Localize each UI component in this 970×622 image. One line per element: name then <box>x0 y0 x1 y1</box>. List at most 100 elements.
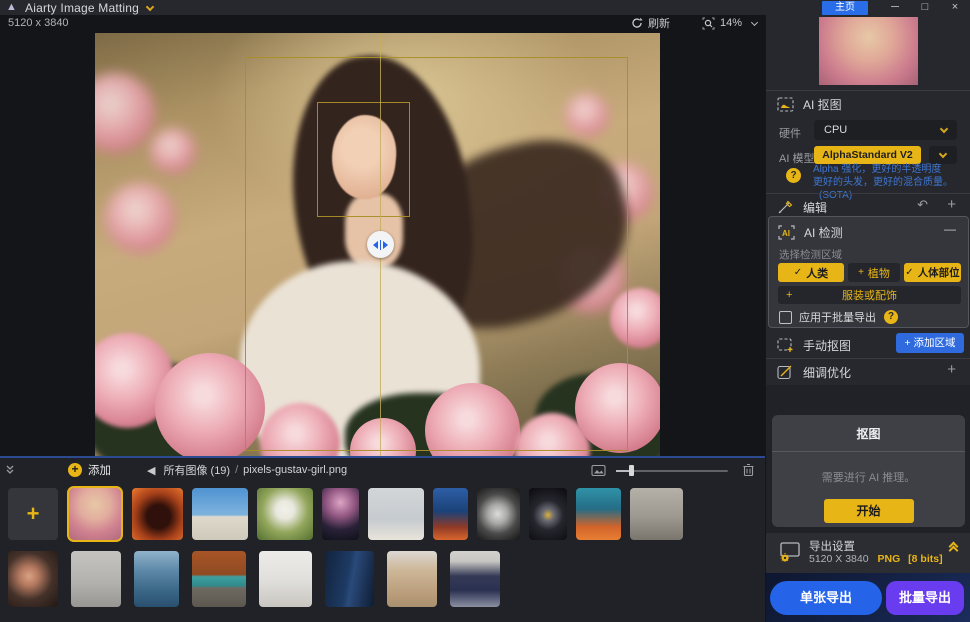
ai-detect-icon: AI <box>778 225 795 240</box>
thumb-blue-costume-woman[interactable] <box>134 551 179 607</box>
app-menu-chevron-down-icon[interactable] <box>146 2 154 10</box>
check-icon: ✓ <box>905 267 913 278</box>
thumbnail-size-slider[interactable] <box>616 465 728 476</box>
thumb-navy-outfit[interactable] <box>450 551 500 607</box>
detect-human-button[interactable]: ✓ 人类 <box>778 263 844 282</box>
magnifier-icon <box>702 17 715 30</box>
batch-help-icon[interactable]: ? <box>884 310 898 324</box>
zoom-chevron-down-icon[interactable] <box>751 18 758 25</box>
filmstrip-tools <box>591 458 755 482</box>
thumb-jumping-group[interactable] <box>368 488 424 540</box>
thumb-white-fabric[interactable] <box>477 488 520 540</box>
image-dimensions: 5120 x 3840 <box>8 17 69 29</box>
flower-blob <box>105 183 175 253</box>
filmstrip-header: + 添加 ◀ 所有图像 (19) / pixels-gustav-girl.pn… <box>0 458 765 482</box>
single-export-button[interactable]: 单张导出 <box>770 581 882 615</box>
matting-divider <box>772 451 965 452</box>
matting-zone: 抠图 需要进行 AI 推理。 开始 <box>766 385 970 533</box>
add-region-button[interactable]: + 添加区域 <box>896 333 964 353</box>
apply-batch-row: 应用于批量导出 ? <box>779 309 898 325</box>
ai-model-chevron-button[interactable] <box>929 146 957 164</box>
thumb-beige-coat[interactable] <box>387 551 437 607</box>
compare-right-arrow-icon <box>383 241 388 249</box>
model-help-icon[interactable]: ? <box>786 168 801 183</box>
detect-clothes-button[interactable]: + 服装或配饰 <box>778 286 961 304</box>
thumb-neon-woman[interactable] <box>433 488 468 540</box>
face-detection-rect[interactable] <box>317 102 410 217</box>
apply-batch-checkbox[interactable] <box>779 311 792 324</box>
thumb-smiling-woman[interactable] <box>8 551 58 607</box>
thumbnail-row-2 <box>8 550 500 608</box>
hardware-select[interactable]: CPU <box>814 120 957 140</box>
photo-canvas[interactable] <box>95 33 660 456</box>
plus-icon: + <box>858 267 864 278</box>
compare-handle[interactable] <box>367 231 394 258</box>
collapse-export-icon[interactable] <box>950 543 957 551</box>
back-arrow-icon[interactable]: ◀ <box>147 464 155 477</box>
add-image-button[interactable]: + 添加 <box>68 462 111 478</box>
undo-icon[interactable]: ↶ <box>917 197 928 213</box>
batch-export-button[interactable]: 批量导出 <box>886 581 964 615</box>
thumb-blue-hair-woman[interactable] <box>576 488 621 540</box>
export-buttons-area: 单张导出 批量导出 <box>766 573 970 622</box>
thumb-dandelion[interactable] <box>257 488 313 540</box>
breadcrumb-all-images[interactable]: 所有图像 (19) <box>163 462 230 478</box>
thumb-white-sofa[interactable] <box>259 551 312 607</box>
chevron-down-icon <box>939 150 947 158</box>
ai-detect-header[interactable]: AI AI 检测 <box>778 224 843 241</box>
slider-thumb[interactable] <box>629 465 634 476</box>
start-button[interactable]: 开始 <box>824 499 914 523</box>
plus-circle-icon: + <box>68 463 82 477</box>
plus-icon: + <box>904 337 910 349</box>
section-edit[interactable]: 编辑 <box>777 199 827 216</box>
thumb-girl-flowers[interactable] <box>67 486 123 542</box>
maximize-button[interactable]: □ <box>912 1 938 15</box>
refresh-button[interactable]: 刷新 <box>631 15 670 31</box>
detect-body-parts-button[interactable]: ✓ 人体部位 <box>904 263 961 282</box>
flower-blob <box>95 73 155 153</box>
ai-model-select[interactable]: AlphaStandard V2 <box>814 146 921 164</box>
thumb-runway-dark[interactable] <box>325 551 374 607</box>
compare-left-arrow-icon <box>373 241 378 249</box>
right-sidebar: AI 抠图 硬件 CPU AI 模型 AlphaStandard V2 ? Al… <box>765 0 970 622</box>
thumb-skateboarder[interactable] <box>192 488 248 540</box>
trash-icon[interactable] <box>742 463 755 477</box>
section-ai-matting[interactable]: AI 抠图 <box>777 96 842 113</box>
section-refine[interactable]: 细调优化 <box>777 364 851 381</box>
add-refine-icon[interactable]: + <box>947 361 956 378</box>
ai-matting-icon <box>777 97 794 112</box>
thumbnail-size-icon <box>591 464 606 477</box>
add-edit-icon[interactable]: + <box>947 196 956 213</box>
model-description-line1: Alpha 强化，更好的半透明度 <box>813 163 941 176</box>
check-icon: ✓ <box>794 267 802 278</box>
zoom-control[interactable]: 14% <box>702 17 757 30</box>
thumb-teal-car[interactable] <box>192 551 246 607</box>
minimize-button[interactable]: ─ <box>882 1 908 15</box>
edit-pen-icon <box>777 200 794 215</box>
home-button[interactable]: 主页 <box>822 1 868 15</box>
detect-area-hint: 选择检测区域 <box>779 247 842 262</box>
thumb-dark-flower[interactable] <box>529 488 567 540</box>
preview-thumbnail[interactable] <box>819 17 918 85</box>
ai-model-label: AI 模型 <box>779 150 814 166</box>
thumb-veiled-woman[interactable] <box>71 551 121 607</box>
plus-icon: + <box>786 289 792 301</box>
collapse-filmstrip-icon[interactable] <box>4 464 16 476</box>
detect-plant-button[interactable]: + 植物 <box>848 263 900 282</box>
flower-blob <box>150 128 196 174</box>
thumb-orange-silhouette[interactable] <box>132 488 183 540</box>
thumb-beach-figure[interactable] <box>630 488 683 540</box>
manual-matting-icon <box>777 338 794 353</box>
svg-text:AI: AI <box>782 229 790 238</box>
thumb-jellyfish[interactable] <box>322 488 359 540</box>
close-button[interactable]: × <box>942 1 968 15</box>
title-bar: ▲ Aiarty Image Matting 主页 ─ □ × <box>0 0 970 15</box>
section-manual-matting[interactable]: 手动抠图 <box>777 337 851 354</box>
matting-title: 抠图 <box>772 415 965 442</box>
matting-message: 需要进行 AI 推理。 <box>772 469 965 485</box>
collapse-section-icon[interactable]: — <box>944 222 956 236</box>
export-settings-row[interactable]: 导出设置 5120 X 3840 PNG [8 bits] <box>766 533 970 573</box>
person-detection-rect[interactable] <box>245 57 628 451</box>
add-image-tile[interactable]: + <box>8 488 58 540</box>
export-bits: [8 bits] <box>908 553 942 565</box>
